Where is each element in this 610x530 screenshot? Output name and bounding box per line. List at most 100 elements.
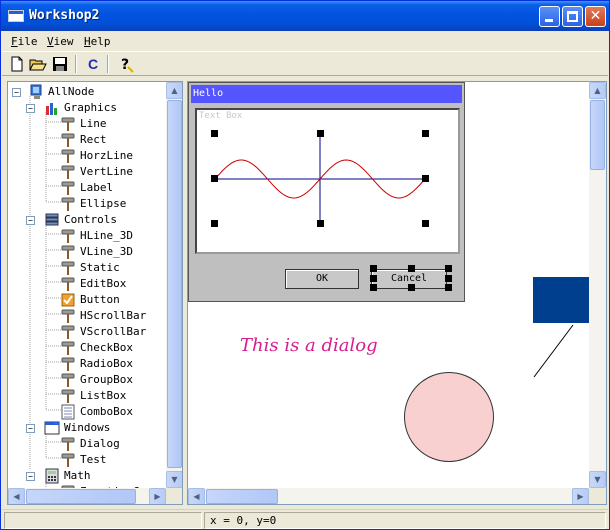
tree-item-rect[interactable]: Rect	[8, 132, 166, 148]
dialog-title-bar[interactable]: Hello	[191, 85, 462, 103]
collapse-icon[interactable]: −	[26, 216, 35, 225]
tree-item-windows[interactable]: − Windows	[8, 420, 166, 436]
tree-item-label: GroupBox	[80, 373, 133, 386]
resize-handle	[211, 175, 218, 182]
tree-item-horzline[interactable]: HorzLine	[8, 148, 166, 164]
tree-item-editbox[interactable]: EditBox	[8, 276, 166, 292]
status-pane-empty	[4, 512, 202, 529]
resize-handle[interactable]	[445, 275, 452, 282]
tree-item-label: Windows	[64, 421, 111, 434]
scroll-down-arrow-icon[interactable]: ▼	[589, 471, 606, 488]
stack-icon	[44, 212, 60, 228]
tree-item-hscrollbar[interactable]: HScrollBar	[8, 308, 166, 324]
help-button[interactable]: ?	[117, 55, 135, 73]
tree-item-math[interactable]: − Math	[8, 468, 166, 484]
collapse-icon[interactable]: −	[26, 472, 35, 481]
tree-item-listbox[interactable]: ListBox	[8, 388, 166, 404]
scroll-thumb[interactable]	[167, 100, 182, 468]
app-window: Workshop2 ✕ File View Help C ? − AllNode…	[0, 0, 610, 530]
text-box[interactable]: Text Box	[195, 108, 460, 254]
menu-view-label: iew	[53, 35, 74, 48]
c-icon: C	[87, 56, 99, 72]
menu-file[interactable]: File	[11, 35, 38, 48]
resize-handle[interactable]	[445, 265, 452, 272]
tree-item-label: AllNode	[48, 85, 95, 98]
tree-item-vscrollbar[interactable]: VScrollBar	[8, 324, 166, 340]
hammer-icon	[60, 276, 76, 292]
c-button[interactable]: C	[84, 55, 102, 73]
app-window-icon[interactable]	[8, 10, 24, 22]
dialog-preview[interactable]: Hello Text Box OK Cancel	[188, 82, 465, 302]
tree-item-label: Label	[80, 181, 114, 194]
hammer-icon	[60, 132, 76, 148]
hammer-icon	[60, 228, 76, 244]
tree-item-label[interactable]: Label	[8, 180, 166, 196]
pink-circle-shape[interactable]	[404, 372, 494, 462]
tree-item-label: Rect	[80, 133, 107, 146]
scroll-down-arrow-icon[interactable]: ▼	[166, 471, 182, 488]
maximize-button[interactable]	[562, 6, 583, 27]
tree-item-groupbox[interactable]: GroupBox	[8, 372, 166, 388]
ok-button[interactable]: OK	[285, 269, 359, 289]
collapse-icon[interactable]: −	[12, 88, 21, 97]
tree-item-vertline[interactable]: VertLine	[8, 164, 166, 180]
tree-horizontal-scrollbar[interactable]: ◀ ▶	[8, 488, 166, 504]
collapse-icon[interactable]: −	[26, 104, 35, 113]
resize-handle[interactable]	[445, 284, 452, 291]
tree-item-static[interactable]: Static	[8, 260, 166, 276]
resize-handle	[422, 130, 429, 137]
scroll-up-arrow-icon[interactable]: ▲	[166, 82, 182, 99]
resize-handle[interactable]	[408, 284, 415, 291]
hammer-icon	[60, 148, 76, 164]
menu-bar: File View Help	[2, 32, 608, 51]
close-button[interactable]: ✕	[585, 6, 606, 27]
tree-item-combobox[interactable]: ComboBox	[8, 404, 166, 420]
canvas-vertical-scrollbar[interactable]: ▲ ▼	[589, 82, 606, 488]
tree-item-vline_3d[interactable]: VLine_3D	[8, 244, 166, 260]
scroll-right-arrow-icon[interactable]: ▶	[572, 488, 589, 504]
tree-item-test[interactable]: Test	[8, 452, 166, 468]
tree-item-hline_3d[interactable]: HLine_3D	[8, 228, 166, 244]
toolbar-separator	[107, 55, 109, 73]
minimize-button[interactable]	[539, 6, 560, 27]
resize-handle[interactable]	[370, 275, 377, 282]
scroll-left-arrow-icon[interactable]: ◀	[188, 488, 205, 504]
scroll-thumb[interactable]	[206, 489, 278, 504]
resize-handle[interactable]	[370, 265, 377, 272]
resize-handle[interactable]	[408, 265, 415, 272]
tree-item-label: Test	[80, 453, 107, 466]
hammer-icon	[60, 372, 76, 388]
tree-item-checkbox[interactable]: CheckBox	[8, 340, 166, 356]
menu-help[interactable]: Help	[84, 35, 111, 48]
title-bar[interactable]: Workshop2 ✕	[1, 1, 609, 31]
tree-item-button[interactable]: Button	[8, 292, 166, 308]
tree-item-line[interactable]: Line	[8, 116, 166, 132]
scroll-right-arrow-icon[interactable]: ▶	[149, 488, 166, 504]
tree-item-radiobox[interactable]: RadioBox	[8, 356, 166, 372]
tree-item-allnode[interactable]: − AllNode	[8, 84, 166, 100]
tree-vertical-scrollbar[interactable]: ▲ ▼	[166, 82, 182, 488]
tree-item-graphics[interactable]: − Graphics	[8, 100, 166, 116]
scroll-thumb[interactable]	[26, 489, 136, 504]
tree-item-label: Controls	[64, 213, 117, 226]
scroll-thumb[interactable]	[590, 100, 605, 170]
scroll-left-arrow-icon[interactable]: ◀	[8, 488, 25, 504]
tree-item-label: VScrollBar	[80, 325, 147, 338]
menu-file-label: ile	[17, 35, 38, 48]
tree-view[interactable]: − AllNode − Graphics Line Rect HorzLine VertLin…	[7, 81, 183, 505]
dialog-caption-label[interactable]: This is a dialog	[240, 335, 378, 356]
open-button[interactable]	[29, 55, 47, 73]
canvas-horizontal-scrollbar[interactable]: ◀ ▶	[188, 488, 589, 504]
tree-item-ellipse[interactable]: Ellipse	[8, 196, 166, 212]
design-canvas[interactable]: Hello Text Box OK Cancel This is a dialo…	[187, 81, 607, 505]
tree-item-controls[interactable]: − Controls	[8, 212, 166, 228]
menu-help-label: elp	[90, 35, 111, 48]
tree-item-label: VertLine	[80, 165, 133, 178]
menu-view[interactable]: View	[47, 35, 74, 48]
tree-item-dialog[interactable]: Dialog	[8, 436, 166, 452]
save-button[interactable]	[51, 55, 69, 73]
new-file-button[interactable]	[8, 55, 26, 73]
collapse-icon[interactable]: −	[26, 424, 35, 433]
resize-handle[interactable]	[370, 284, 377, 291]
scroll-up-arrow-icon[interactable]: ▲	[589, 82, 606, 99]
